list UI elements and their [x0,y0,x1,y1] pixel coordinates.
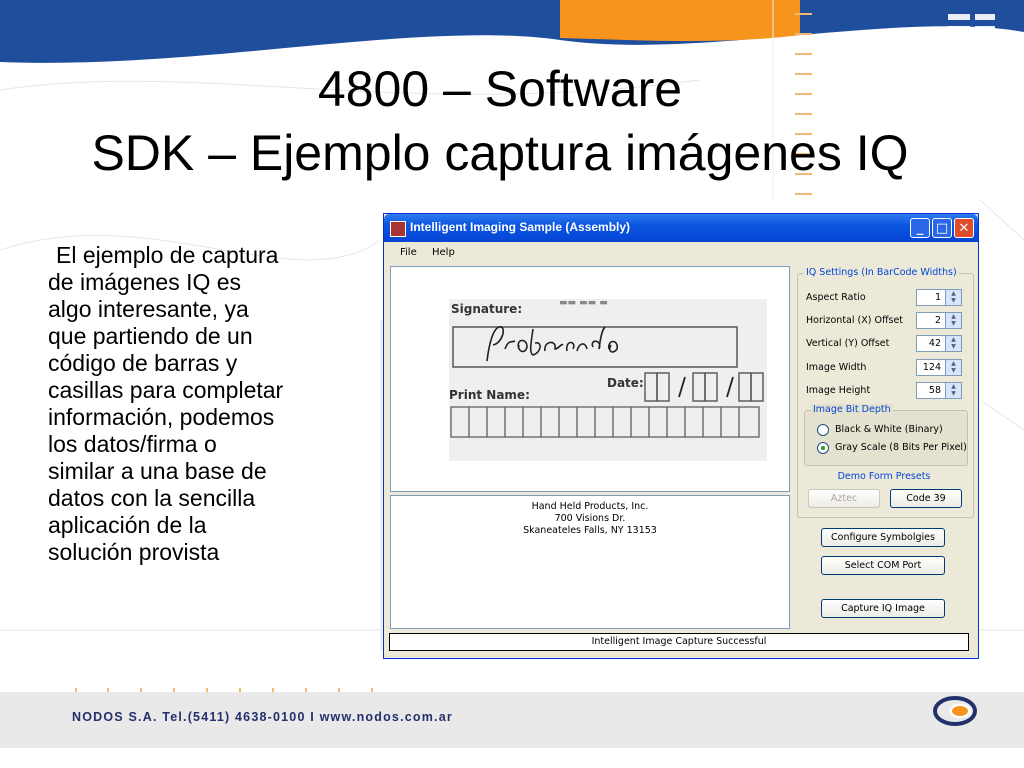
select-com-port-button[interactable]: Select COM Port [821,556,945,575]
spinner-value: 42 [928,338,941,349]
iq-settings-label: IQ Settings (In BarCode Widths) [804,267,959,278]
status-bar: Intelligent Image Capture Successful [389,633,969,651]
date-label: Date: [607,376,644,390]
body-line: información, podemos [48,404,275,430]
body-line: algo interesante, ya [48,296,249,322]
slide-title-line1: 4800 – Software [317,61,683,117]
radio-gray-scale[interactable] [817,442,829,454]
body-line: datos con la sencilla [48,485,256,511]
horizontal-offset-label: Horizontal (X) Offset [806,315,904,326]
spinner-arrows-icon[interactable]: ▲ ▼ [945,360,961,375]
spinner-value: 58 [928,385,941,396]
spinner-arrows-icon[interactable]: ▲ ▼ [945,290,961,305]
captured-image-panel: Signature: ▬▬ ▬▬ ▬ Date: Print Name: [390,266,790,492]
body-line: los datos/firma o [48,431,217,457]
body-line: El ejemplo de captura [56,242,279,268]
title-bar[interactable]: Intelligent Imaging Sample (Assembly) _ … [384,214,978,242]
body-line: solución provista [48,539,220,565]
configure-symbologies-button[interactable]: Configure Symbolgies [821,528,945,547]
close-button[interactable]: ✕ [954,218,974,238]
maximize-button[interactable]: □ [932,218,952,238]
radio-gray-scale-label[interactable]: Gray Scale (8 Bits Per Pixel) [835,442,967,453]
iq-settings-group: IQ Settings (In BarCode Widths) Aspect R… [797,267,974,518]
spinner-value: 124 [922,362,941,373]
body-line: de imágenes IQ es [48,269,242,295]
vertical-offset-spinner[interactable]: 42 ▲ ▼ [916,335,962,352]
menu-file[interactable]: File [400,247,417,258]
bit-depth-label: Image Bit Depth [811,404,893,415]
radio-black-white[interactable] [817,424,829,436]
radio-black-white-label[interactable]: Black & White (Binary) [835,424,943,435]
image-width-label: Image Width [806,362,867,373]
menu-help[interactable]: Help [432,247,455,258]
aztec-preset-button[interactable]: Aztec [808,489,880,508]
spinner-arrows-icon[interactable]: ▲ ▼ [945,313,961,328]
horizontal-offset-spinner[interactable]: 2 ▲ ▼ [916,312,962,329]
body-line: aplicación de la [48,512,207,538]
spinner-value: 1 [934,292,941,303]
slide-title-line2: SDK – Ejemplo captura imágenes IQ [91,125,909,181]
spinner-arrows-icon[interactable]: ▲ ▼ [945,383,961,398]
menu-bar: File Help [384,242,978,264]
nodos-logo-icon [933,696,977,726]
footer-contact: NODOS S.A. Tel.(5411) 4638-0100 I www.no… [72,710,453,724]
body-line: similar a una base de [48,458,267,484]
aspect-ratio-spinner[interactable]: 1 ▲ ▼ [916,289,962,306]
spinner-arrows-icon[interactable]: ▲ ▼ [945,336,961,351]
slide-body-text: El ejemplo de captura de imágenes IQ es … [48,242,348,566]
body-line: que partiendo de un [48,323,253,349]
body-line: código de barras y [48,350,238,376]
image-width-spinner[interactable]: 124 ▲ ▼ [916,359,962,376]
address-line: 700 Visions Dr. [554,513,626,524]
minimize-button[interactable]: _ [910,218,930,238]
window-title: Intelligent Imaging Sample (Assembly) [410,220,631,234]
address-line: Hand Held Products, Inc. [531,501,649,512]
image-height-label: Image Height [806,385,871,396]
signature-label: Signature: [451,302,522,316]
address-line: Skaneateles Falls, NY 13153 [523,525,657,536]
svg-text:▬▬ ▬▬ ▬: ▬▬ ▬▬ ▬ [559,299,608,308]
demo-presets-label: Demo Form Presets [837,471,931,482]
aspect-ratio-label: Aspect Ratio [806,292,866,303]
image-height-spinner[interactable]: 58 ▲ ▼ [916,382,962,399]
spinner-value: 2 [934,315,941,326]
address-panel: Hand Held Products, Inc. 700 Visions Dr.… [390,495,790,629]
bit-depth-group: Image Bit Depth Black & White (Binary) G… [804,404,968,466]
captured-signature-image: Signature: ▬▬ ▬▬ ▬ Date: Print Name: [449,299,767,461]
app-icon [390,221,406,237]
code39-preset-button[interactable]: Code 39 [890,489,962,508]
body-line: casillas para completar [48,377,284,403]
print-name-label: Print Name: [449,388,530,402]
capture-iq-image-button[interactable]: Capture IQ Image [821,599,945,618]
app-window: Intelligent Imaging Sample (Assembly) _ … [383,213,979,659]
vertical-offset-label: Vertical (Y) Offset [806,338,890,349]
